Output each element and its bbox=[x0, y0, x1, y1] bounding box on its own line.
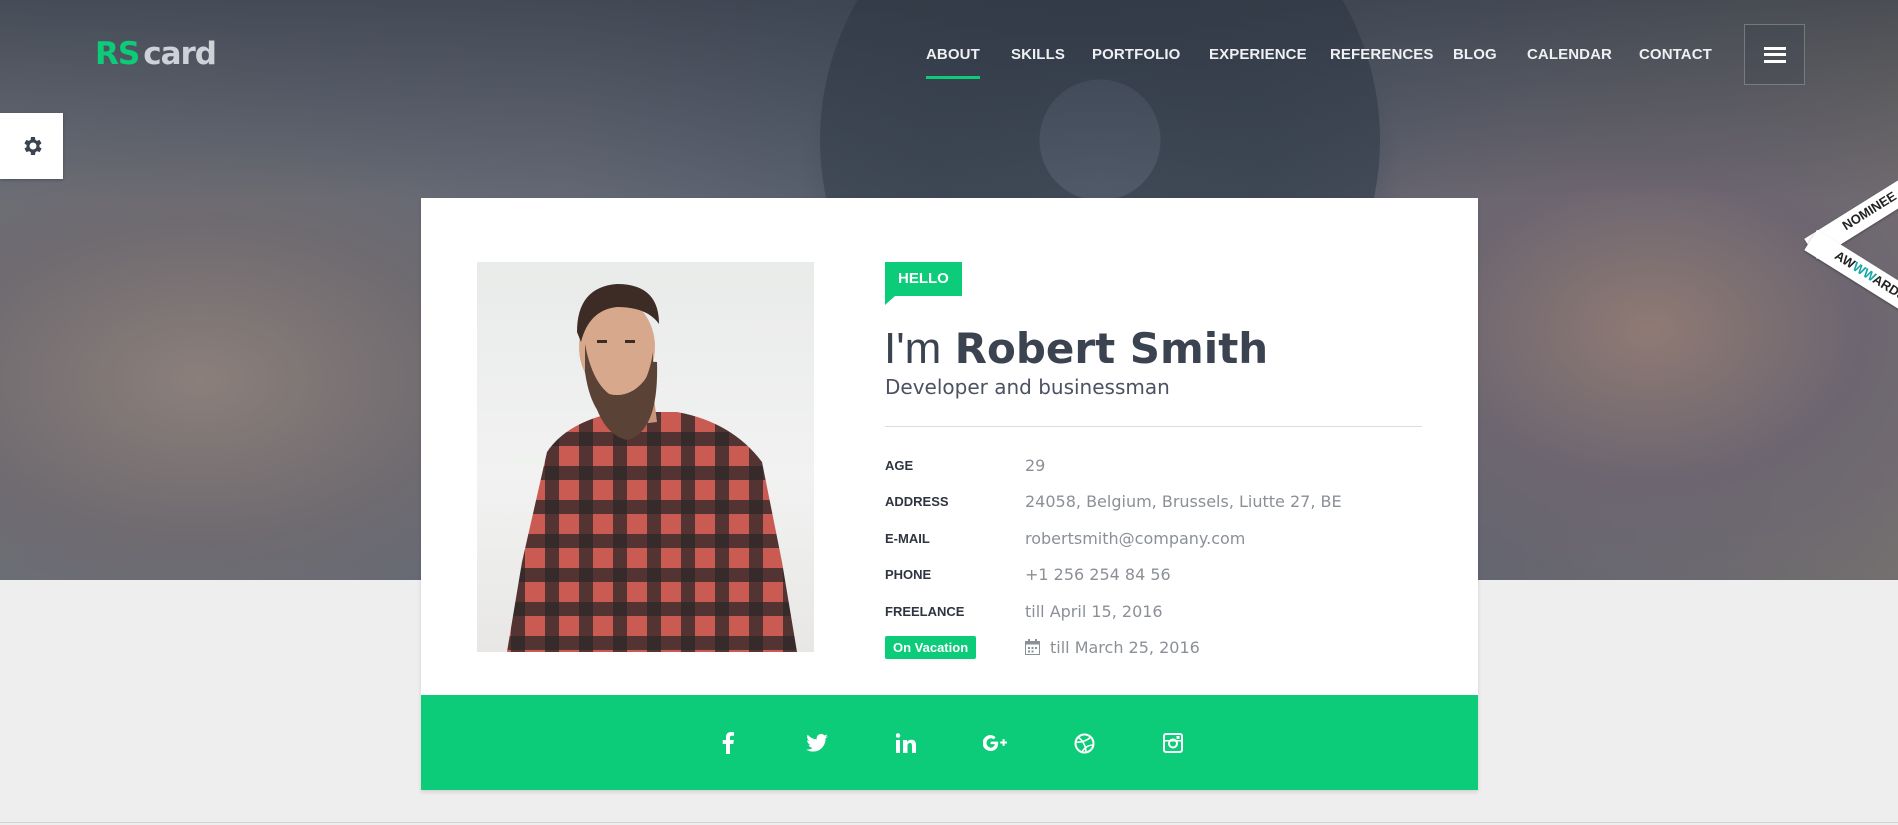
dribbble-icon[interactable] bbox=[1070, 729, 1098, 757]
profile-subtitle: Developer and businessman bbox=[885, 375, 1170, 399]
info-label: FREELANCE bbox=[885, 603, 965, 619]
nav-contact[interactable]: CONTACT bbox=[1639, 46, 1712, 63]
ribbon-awwwards: AWWWARDS bbox=[1804, 229, 1898, 325]
profile-name: I'm Robert Smith bbox=[884, 324, 1268, 374]
nav-portfolio[interactable]: PORTFOLIO bbox=[1092, 46, 1180, 63]
nav-about[interactable]: ABOUT bbox=[926, 46, 980, 79]
info-row-email: E-MAIL robertsmith@company.com bbox=[885, 527, 1245, 549]
profile-photo bbox=[477, 262, 814, 652]
google-plus-icon[interactable] bbox=[981, 729, 1009, 757]
info-divider bbox=[885, 426, 1422, 427]
awwwards-nominee-ribbon[interactable]: NOMINEE AWWWARDS bbox=[1790, 160, 1898, 330]
page-bottom-divider bbox=[0, 822, 1898, 823]
info-value[interactable]: robertsmith@company.com bbox=[1025, 529, 1245, 548]
instagram-icon[interactable] bbox=[1159, 729, 1187, 757]
info-label: AGE bbox=[885, 457, 914, 473]
info-value: +1 256 254 84 56 bbox=[1025, 564, 1171, 584]
hamburger-icon bbox=[1763, 46, 1786, 63]
nav-blog[interactable]: BLOG bbox=[1453, 46, 1497, 63]
info-value: 29 bbox=[1025, 455, 1046, 475]
nav-references[interactable]: REFERENCES bbox=[1330, 46, 1434, 63]
vacation-date: till March 25, 2016 bbox=[1050, 637, 1200, 657]
calendar-icon bbox=[1025, 639, 1040, 655]
twitter-icon[interactable] bbox=[803, 729, 831, 757]
profile-card: HELLO I'm Robert Smith Developer and bus… bbox=[421, 198, 1478, 790]
facebook-icon[interactable] bbox=[714, 729, 742, 757]
info-label: PHONE bbox=[885, 566, 932, 582]
info-value: till April 15, 2016 bbox=[1025, 601, 1163, 621]
nav-skills[interactable]: SKILLS bbox=[1011, 46, 1065, 63]
nav-experience[interactable]: EXPERIENCE bbox=[1209, 46, 1307, 63]
site-logo[interactable]: RS card bbox=[95, 36, 217, 72]
hamburger-menu-button[interactable] bbox=[1744, 24, 1805, 85]
linkedin-icon[interactable] bbox=[892, 729, 920, 757]
info-row-freelance: FREELANCE till April 15, 2016 bbox=[885, 600, 1163, 622]
name-prefix: I'm bbox=[884, 324, 942, 373]
settings-button[interactable] bbox=[0, 113, 63, 179]
info-value: 24058, Belgium, Brussels, Liutte 27, BE bbox=[1025, 491, 1342, 511]
info-label: E-MAIL bbox=[885, 530, 930, 546]
greeting-badge: HELLO bbox=[885, 262, 962, 305]
info-row-address: ADDRESS 24058, Belgium, Brussels, Liutte… bbox=[885, 490, 1342, 512]
info-label: ADDRESS bbox=[885, 493, 949, 509]
info-row-phone: PHONE +1 256 254 84 56 bbox=[885, 563, 1171, 585]
logo-card: card bbox=[143, 36, 217, 72]
name-text: Robert Smith bbox=[954, 324, 1269, 373]
logo-rs: RS bbox=[95, 36, 140, 72]
nav-calendar[interactable]: CALENDAR bbox=[1527, 46, 1612, 63]
vacation-badge: On Vacation bbox=[885, 635, 977, 659]
social-bar bbox=[421, 695, 1478, 790]
gear-icon bbox=[23, 137, 42, 155]
info-row-age: AGE 29 bbox=[885, 454, 1045, 476]
info-row-vacation: On Vacation till March 25, 2016 bbox=[885, 635, 1200, 659]
